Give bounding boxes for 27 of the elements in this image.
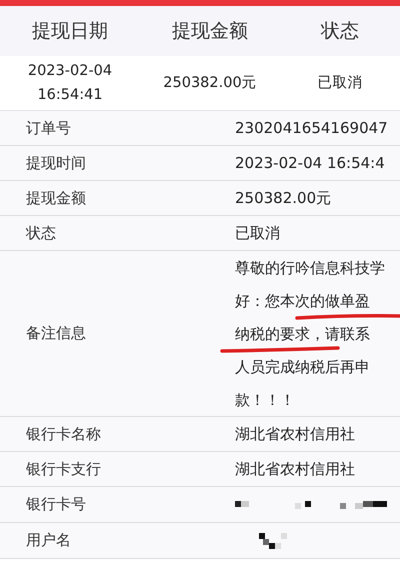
field-value: 250382.00元 xyxy=(235,188,332,208)
note-text: 尊敬的行吟信息科技学 xyxy=(235,258,385,278)
column-header: 提现金额 xyxy=(171,19,249,44)
field-label: 状态 xyxy=(24,224,57,242)
field-label: 银行卡名称 xyxy=(25,424,102,444)
field-label: 提现金额 xyxy=(25,188,87,208)
field-label: 用户名 xyxy=(25,531,72,550)
field-value: 湖北省农村信用社 xyxy=(235,460,356,478)
field-value: 湖北省农村信用社 xyxy=(235,424,356,444)
note-text: 纳税的要求，请联系 xyxy=(235,324,370,344)
mosaic-drawing xyxy=(259,532,287,548)
field-label: 银行卡支行 xyxy=(25,460,102,478)
column-header: 提现日期 xyxy=(31,19,109,44)
note-text: 好：您本次的做单盈 xyxy=(235,290,370,310)
field-value: 2302041654169047 xyxy=(235,119,389,137)
field-value: 已取消 xyxy=(235,224,281,242)
field-label: 订单号 xyxy=(25,118,72,138)
field-label: 备注信息 xyxy=(25,324,87,343)
table-cell-text: 已取消 xyxy=(316,74,364,93)
note-text: 款！！！ xyxy=(235,390,295,410)
field-value: 2023-02-04 16:54:4 xyxy=(235,154,386,172)
field-label: 提现时间 xyxy=(25,154,87,172)
table-cell-text: 2023-02-04 16:54:41 xyxy=(26,62,114,105)
field-label: 银行卡号 xyxy=(25,495,87,514)
column-header: 状态 xyxy=(320,19,360,44)
table-cell-text: 250382.00元 xyxy=(162,74,258,93)
note-text: 人员完成纳税后再申 xyxy=(235,356,370,376)
